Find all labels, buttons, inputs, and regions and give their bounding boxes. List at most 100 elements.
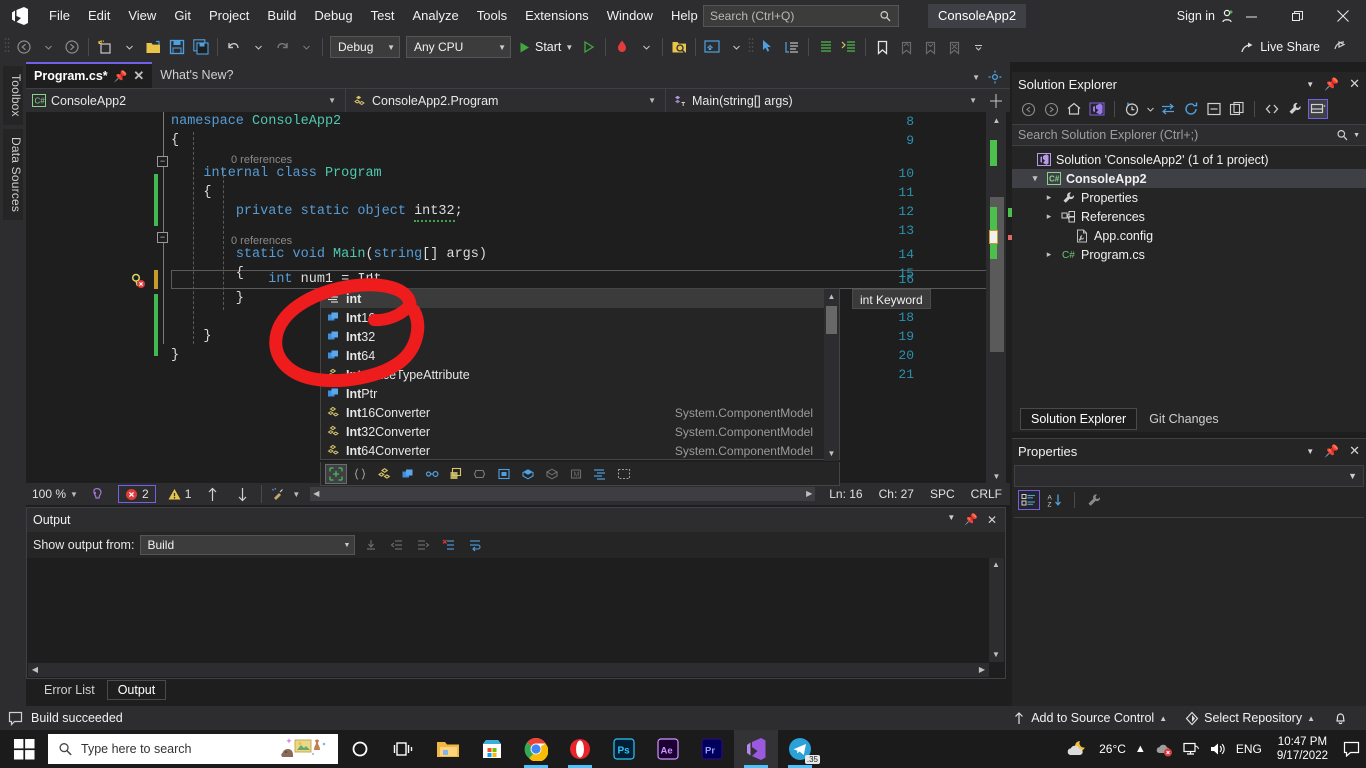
new-project-icon[interactable] bbox=[93, 35, 117, 59]
error-glyph-icon[interactable] bbox=[131, 272, 151, 293]
intellisense-completion-list[interactable]: int Int16 Int32 Int64 InterfaceTypeAttri bbox=[320, 288, 840, 461]
warning-count-button[interactable]: 1 bbox=[162, 486, 198, 502]
add-to-source-control-button[interactable]: Add to Source Control ▲ bbox=[1006, 711, 1173, 726]
chevron-down-icon[interactable]: ▼ bbox=[288, 490, 304, 499]
view-code-icon[interactable] bbox=[1262, 99, 1282, 119]
code-cleanup-icon[interactable] bbox=[266, 487, 288, 502]
go-to-previous-icon[interactable] bbox=[387, 538, 407, 552]
filter-class-icon[interactable] bbox=[373, 464, 395, 484]
tree-item-project[interactable]: ▾ C# ConsoleApp2 bbox=[1012, 169, 1366, 188]
completion-item[interactable]: Int64 bbox=[321, 346, 825, 365]
find-message-icon[interactable] bbox=[361, 538, 381, 552]
scroll-up-icon[interactable]: ▲ bbox=[990, 114, 1003, 127]
editor-horizontal-scrollbar[interactable]: ◀ ▶ bbox=[310, 487, 816, 501]
scroll-right-icon[interactable]: ▶ bbox=[977, 664, 987, 676]
minimize-button[interactable] bbox=[1228, 0, 1274, 32]
output-horizontal-scrollbar[interactable]: ◀ ▶ bbox=[28, 663, 989, 677]
save-icon[interactable] bbox=[165, 35, 189, 59]
navbar-member-select[interactable]: Main(string[] args) ▼ bbox=[666, 89, 986, 113]
menu-item-project[interactable]: Project bbox=[200, 0, 258, 32]
solution-icon[interactable] bbox=[1087, 99, 1107, 119]
line-ending-indicator[interactable]: CRLF bbox=[963, 487, 1010, 501]
toolbar-grip[interactable] bbox=[4, 37, 12, 57]
navbar-project-select[interactable]: C# ConsoleApp2 ▼ bbox=[26, 88, 346, 113]
menu-item-build[interactable]: Build bbox=[258, 0, 305, 32]
show-all-files-icon[interactable] bbox=[1227, 99, 1247, 119]
completion-item[interactable]: Int64Converter System.ComponentModel bbox=[321, 441, 825, 460]
platform-select[interactable]: Any CPU ▼ bbox=[406, 36, 511, 58]
action-center-icon[interactable] bbox=[1343, 741, 1360, 757]
codelens-references[interactable]: 0 references bbox=[231, 235, 292, 247]
close-icon[interactable]: ✕ bbox=[1349, 76, 1360, 92]
fold-toggle-class[interactable]: − bbox=[157, 156, 168, 167]
home-icon[interactable] bbox=[1064, 99, 1084, 119]
cursor-select-icon[interactable] bbox=[756, 35, 780, 59]
editor-tab-program-cs[interactable]: Program.cs* 📌 ✕ bbox=[26, 62, 153, 88]
back-icon[interactable] bbox=[1018, 99, 1038, 119]
window-layout-dropdown-icon[interactable] bbox=[724, 35, 748, 59]
start-debug-button[interactable]: Start ▼ bbox=[514, 35, 577, 59]
close-icon[interactable]: ✕ bbox=[987, 513, 997, 527]
restore-button[interactable] bbox=[1274, 0, 1320, 32]
filter-interface-icon[interactable] bbox=[421, 464, 443, 484]
solution-explorer-search-input[interactable]: Search Solution Explorer (Ctrl+;) ▼ bbox=[1012, 124, 1366, 146]
chevron-down-icon[interactable]: ▼ bbox=[1306, 80, 1314, 89]
editor-tab-whats-new[interactable]: What's New? bbox=[152, 62, 241, 88]
taskbar-app-microsoft-store[interactable] bbox=[470, 730, 514, 768]
filter-all-icon[interactable] bbox=[325, 463, 347, 484]
rail-tab-data-sources[interactable]: Data Sources bbox=[3, 128, 23, 220]
pin-icon[interactable]: 📌 bbox=[964, 513, 978, 527]
pin-icon[interactable]: 📌 bbox=[1324, 77, 1339, 91]
undo-dropdown-icon[interactable] bbox=[246, 35, 270, 59]
taskbar-app-task-view[interactable] bbox=[382, 730, 426, 768]
tab-output[interactable]: Output bbox=[106, 680, 167, 700]
chevron-down-icon[interactable] bbox=[1145, 99, 1155, 119]
property-pages-icon[interactable] bbox=[1083, 490, 1105, 510]
save-all-icon[interactable] bbox=[189, 35, 213, 59]
zoom-level-select[interactable]: 100 % ▼ bbox=[26, 487, 86, 501]
pending-changes-icon[interactable] bbox=[1122, 99, 1142, 119]
filter-snippet-icon[interactable] bbox=[349, 464, 371, 484]
tab-error-list[interactable]: Error List bbox=[34, 681, 105, 699]
completion-items[interactable]: int Int16 Int32 Int64 InterfaceTypeAttri bbox=[321, 289, 825, 461]
toolbar-overflow-icon[interactable] bbox=[966, 35, 990, 59]
sync-with-active-document-icon[interactable] bbox=[1158, 99, 1178, 119]
rail-tab-toolbox[interactable]: Toolbox bbox=[3, 66, 23, 125]
scroll-left-icon[interactable]: ◀ bbox=[312, 489, 320, 499]
completion-item[interactable]: InterfaceTypeAttribute bbox=[321, 365, 825, 384]
filter-field-icon[interactable] bbox=[517, 464, 539, 484]
toggle-word-wrap-icon[interactable] bbox=[465, 538, 485, 552]
collapse-all-icon[interactable] bbox=[1204, 99, 1224, 119]
completion-item[interactable]: Int32 bbox=[321, 327, 825, 346]
tree-expander[interactable]: ▸ bbox=[1042, 249, 1056, 260]
scroll-left-icon[interactable]: ◀ bbox=[30, 664, 40, 676]
properties-grid[interactable] bbox=[1014, 517, 1364, 706]
taskbar-app-file-explorer[interactable] bbox=[426, 730, 470, 768]
next-bookmark-icon[interactable] bbox=[918, 35, 942, 59]
intellicode-icon[interactable] bbox=[86, 487, 108, 502]
editor-vertical-scrollbar[interactable]: ▲ ▼ bbox=[986, 112, 1017, 485]
hot-reload-dropdown-icon[interactable] bbox=[634, 35, 658, 59]
tree-item-references[interactable]: ▸ References bbox=[1012, 207, 1366, 226]
show-hidden-icons-chevron-icon[interactable]: ▲ bbox=[1135, 743, 1146, 755]
select-repository-button[interactable]: Select Repository ▲ bbox=[1179, 711, 1321, 726]
scroll-down-icon[interactable]: ▼ bbox=[825, 447, 838, 460]
taskbar-app-chrome[interactable] bbox=[514, 730, 558, 768]
tree-item-app-config[interactable]: App.config bbox=[1012, 226, 1366, 245]
fold-toggle-method[interactable]: − bbox=[157, 232, 168, 243]
tree-item-properties[interactable]: ▸ Properties bbox=[1012, 188, 1366, 207]
taskbar-app-photoshop[interactable]: Ps bbox=[602, 730, 646, 768]
menu-item-edit[interactable]: Edit bbox=[79, 0, 119, 32]
navigate-forward-icon[interactable] bbox=[60, 35, 84, 59]
tree-expander[interactable]: ▸ bbox=[1042, 192, 1056, 203]
filter-property-icon[interactable] bbox=[541, 464, 563, 484]
forward-icon[interactable] bbox=[1041, 99, 1061, 119]
indentation-indicator[interactable]: SPC bbox=[922, 487, 963, 501]
filter-struct-icon[interactable] bbox=[397, 464, 419, 484]
chevron-down-icon[interactable]: ▼ bbox=[1349, 132, 1360, 139]
live-share-button[interactable]: Live Share bbox=[1240, 36, 1320, 58]
scroll-up-icon[interactable]: ▲ bbox=[990, 559, 1002, 571]
taskbar-app-telegram[interactable]: .35 bbox=[778, 730, 822, 768]
tree-expander[interactable]: ▸ bbox=[1042, 211, 1056, 222]
settings-gear-icon[interactable] bbox=[988, 70, 1002, 84]
